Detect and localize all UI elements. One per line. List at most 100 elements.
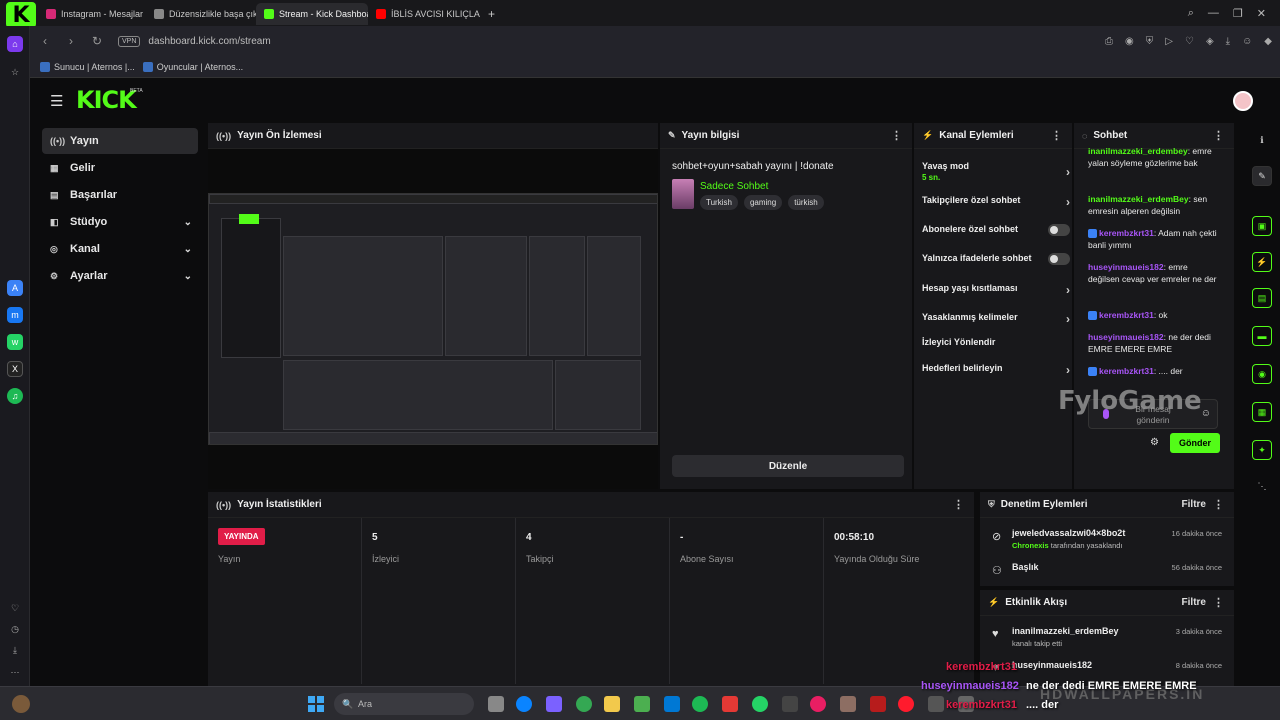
heart-icon[interactable]: ♡ xyxy=(7,600,23,616)
spotify-icon[interactable]: ♫ xyxy=(7,388,23,404)
outlook-icon[interactable] xyxy=(664,696,680,712)
easy-setup-icon[interactable]: ◆ xyxy=(1264,36,1272,47)
bookmark-item[interactable]: Sunucu | Aternos |... xyxy=(40,61,135,72)
more-icon[interactable]: ⋮ xyxy=(1051,129,1062,142)
app-icon[interactable] xyxy=(722,696,738,712)
tab-article[interactable]: Düzensizlikle başa çıkma xyxy=(146,3,256,25)
history-icon[interactable]: ◷ xyxy=(7,621,23,637)
app-icon[interactable] xyxy=(928,696,944,712)
menu-icon[interactable]: ☰ xyxy=(50,92,63,110)
clip-icon[interactable]: ▣ xyxy=(1252,216,1272,236)
sidebar-item-studyo[interactable]: ◧ Stüdyo ⌄ xyxy=(42,209,198,235)
more-icon[interactable]: ⋮ xyxy=(953,498,964,511)
aria-icon[interactable]: A xyxy=(7,280,23,296)
start-button[interactable] xyxy=(308,696,324,712)
sidebar-item-kanal[interactable]: ◎ Kanal ⌄ xyxy=(42,236,198,262)
url-field[interactable]: dashboard.kick.com/stream xyxy=(148,36,270,47)
forward-icon[interactable]: › xyxy=(60,34,82,48)
messenger-icon[interactable]: m xyxy=(7,307,23,323)
chat-icon[interactable]: ▬ xyxy=(1252,326,1272,346)
explorer-icon[interactable] xyxy=(604,696,620,712)
banned-words-row[interactable]: Yasaklanmış kelimeler › xyxy=(922,312,1070,326)
more-icon[interactable]: ⋯ xyxy=(7,664,23,680)
chat-settings-icon[interactable]: ⚙ xyxy=(1150,437,1159,448)
chat-username[interactable]: kerembzkrt31 xyxy=(1099,310,1154,320)
info-icon[interactable]: ℹ xyxy=(1252,130,1272,150)
minecraft-icon[interactable] xyxy=(634,696,650,712)
bolt-icon[interactable]: ⚡ xyxy=(1252,252,1272,272)
redirect-row[interactable]: İzleyici Yönlendir xyxy=(922,337,1070,347)
event-title[interactable]: jeweledvassalzwi04×8bo2t xyxy=(1012,528,1125,538)
kick-brand-logo[interactable]: KICK xyxy=(76,86,137,114)
subs-only-toggle[interactable] xyxy=(1048,224,1070,236)
account-age-row[interactable]: Hesap yaşı kısıtlaması › xyxy=(922,283,1070,297)
avatar[interactable] xyxy=(1233,91,1253,111)
download-icon[interactable]: ⤓ xyxy=(1226,36,1230,47)
filter-button[interactable]: Filtre xyxy=(1182,499,1206,510)
share-icon[interactable]: ⋱ xyxy=(1252,476,1272,496)
user-icon[interactable]: ☺ xyxy=(1242,36,1252,47)
emotes-only-toggle[interactable] xyxy=(1048,253,1070,265)
cube-icon[interactable]: ◈ xyxy=(1206,36,1214,47)
more-icon[interactable]: ⋮ xyxy=(1213,129,1224,142)
edit-icon[interactable]: ✎ xyxy=(1252,166,1272,186)
sidebar-item-gelir[interactable]: ▦ Gelir xyxy=(42,155,198,181)
opera-icon[interactable] xyxy=(898,696,914,712)
send-button[interactable]: Gönder xyxy=(1170,433,1220,453)
spotify-icon[interactable] xyxy=(692,696,708,712)
chat-username[interactable]: inanilmazzeki_erdembey xyxy=(1088,146,1188,156)
play-icon[interactable]: ▷ xyxy=(1165,36,1173,47)
more-icon[interactable]: ⋮ xyxy=(1213,498,1224,511)
search-tabs-icon[interactable]: ⌕ xyxy=(1188,7,1194,20)
category-link[interactable]: Sadece Sohbet xyxy=(700,181,768,192)
sidebar-item-yayin[interactable]: ((•)) Yayın xyxy=(42,128,198,154)
more-icon[interactable]: ⋮ xyxy=(891,129,902,142)
edge-icon[interactable] xyxy=(516,696,532,712)
download-icon[interactable]: ⤓ xyxy=(7,642,23,658)
new-tab-button[interactable]: + xyxy=(480,3,498,25)
tab-youtube[interactable]: İBLİS AVCISI KILIÇLARI Yaş xyxy=(368,3,480,25)
chat-username[interactable]: inanilmazzeki_erdemBey xyxy=(1088,194,1189,204)
app-icon[interactable] xyxy=(840,696,856,712)
taskbar-search[interactable]: Ara xyxy=(334,693,474,715)
task-view-icon[interactable] xyxy=(488,696,504,712)
tab-kick-dashboard[interactable]: Stream - Kick Dashboard xyxy=(256,3,368,25)
back-icon[interactable]: ‹ xyxy=(34,34,56,48)
minimize-icon[interactable]: — xyxy=(1208,7,1219,19)
chrome-icon[interactable] xyxy=(576,696,592,712)
copilot-icon[interactable] xyxy=(546,696,562,712)
app-icon[interactable] xyxy=(810,696,826,712)
chat-username[interactable]: kerembzkrt31 xyxy=(1099,228,1154,238)
followers-only-row[interactable]: Takipçilere özel sohbet › xyxy=(922,195,1070,209)
app-icon[interactable] xyxy=(870,696,886,712)
maximize-icon[interactable]: ❐ xyxy=(1233,7,1243,20)
layout-icon[interactable]: ▦ xyxy=(1252,402,1272,422)
tag[interactable]: gaming xyxy=(743,195,783,210)
tag[interactable]: türkish xyxy=(788,195,824,210)
x-icon[interactable]: X xyxy=(7,361,23,377)
slow-mode-row[interactable]: Yavaş mod 5 sn. › xyxy=(922,161,1070,182)
document-icon[interactable]: ▤ xyxy=(1252,288,1272,308)
whatsapp-icon[interactable]: w xyxy=(7,334,23,350)
sidebar-item-ayarlar[interactable]: ⚙ Ayarlar ⌄ xyxy=(42,263,198,289)
vpn-badge[interactable]: VPN xyxy=(118,35,141,47)
app-icon[interactable] xyxy=(782,696,798,712)
screenshot-icon[interactable]: ⎙ xyxy=(1105,36,1113,47)
filter-button[interactable]: Filtre xyxy=(1182,597,1206,608)
chat-username[interactable]: huseyinmaueis182 xyxy=(1088,332,1164,342)
chat-username[interactable]: huseyinmaueis182 xyxy=(1088,262,1164,272)
whatsapp-icon[interactable] xyxy=(752,696,768,712)
reload-icon[interactable]: ↻ xyxy=(86,34,108,48)
more-icon[interactable]: ⋮ xyxy=(1213,596,1224,609)
edit-button[interactable]: Düzenle xyxy=(672,455,904,477)
close-icon[interactable]: ✕ xyxy=(1257,7,1266,20)
weather-icon[interactable] xyxy=(12,695,30,713)
tag[interactable]: Turkish xyxy=(700,195,738,210)
event-title[interactable]: huseyinmaueis182 xyxy=(1012,660,1092,670)
wrench-icon[interactable]: ✦ xyxy=(1252,440,1272,460)
camera-icon[interactable]: ◉ xyxy=(1125,36,1134,47)
chat-username[interactable]: kerembzkrt31 xyxy=(1099,366,1154,376)
video-player[interactable] xyxy=(208,149,658,489)
moderator-name[interactable]: Chronexis xyxy=(1012,541,1049,550)
bookmark-item[interactable]: Oyuncular | Aternos... xyxy=(142,61,243,72)
